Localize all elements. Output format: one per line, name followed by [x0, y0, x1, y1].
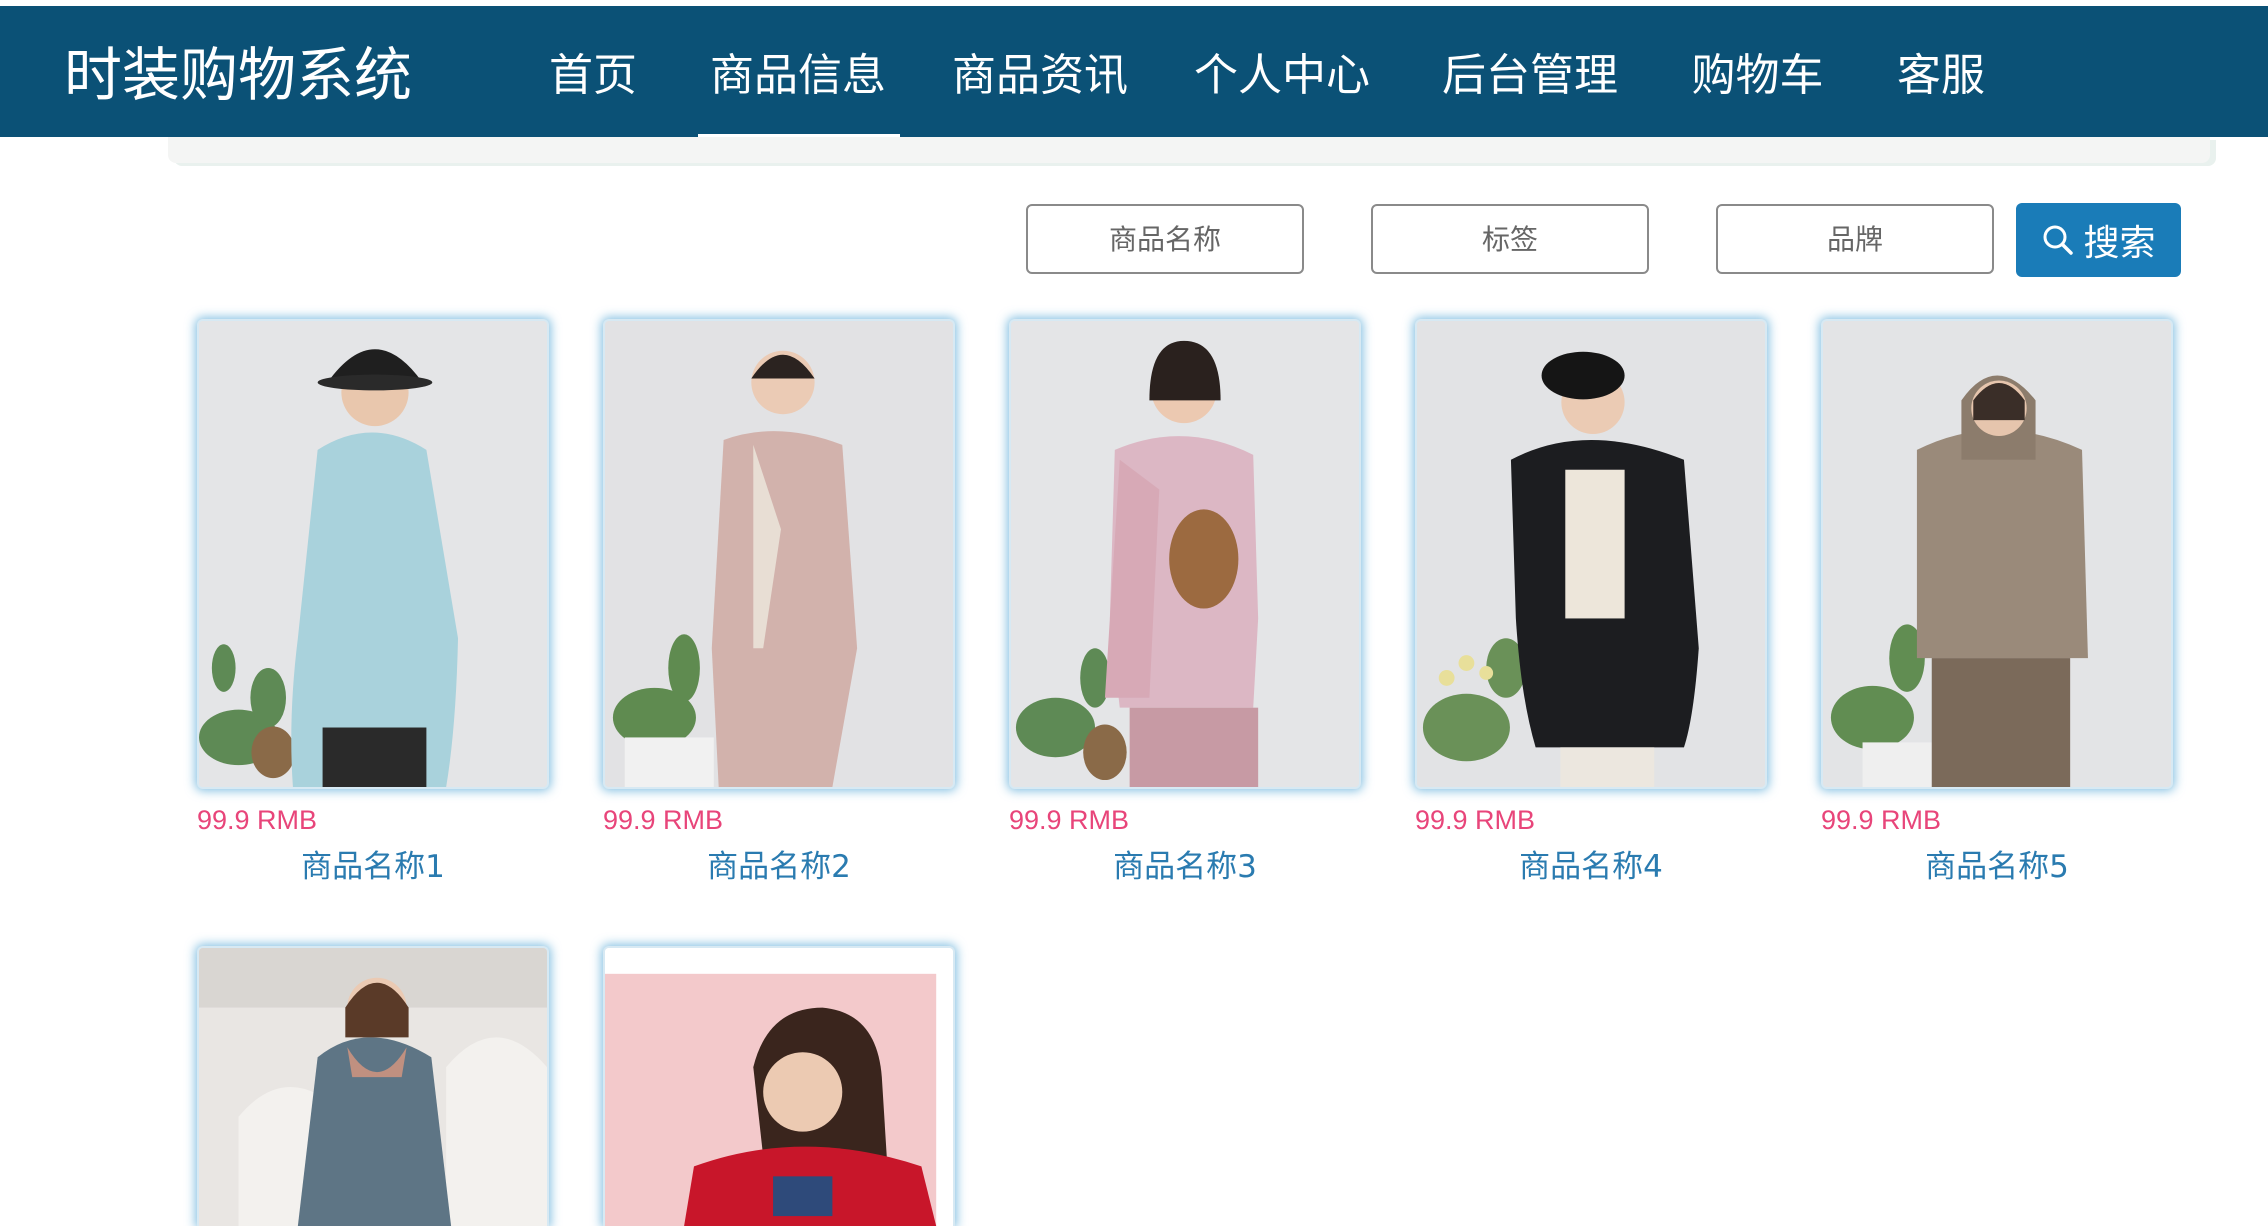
- product-image[interactable]: [603, 946, 955, 1226]
- nav-item-admin[interactable]: 后台管理: [1440, 44, 1620, 108]
- nav-item-personal-center[interactable]: 个人中心: [1192, 44, 1372, 108]
- product-name-link[interactable]: 商品名称3: [1009, 847, 1361, 887]
- nav-item-cart[interactable]: 购物车: [1690, 44, 1825, 108]
- product-name-link[interactable]: 商品名称2: [603, 847, 955, 887]
- product-name-link[interactable]: 商品名称4: [1415, 847, 1767, 887]
- product-image[interactable]: [1821, 319, 2173, 789]
- product-image[interactable]: [197, 946, 549, 1226]
- nav-item-product-info[interactable]: 商品信息: [708, 44, 888, 108]
- nav-item-home[interactable]: 首页: [548, 44, 638, 108]
- search-icon: [2041, 223, 2075, 257]
- site-title: 时装购物系统: [64, 41, 413, 109]
- nav-item-product-news[interactable]: 商品资讯: [950, 44, 1130, 108]
- top-header: 时装购物系统 首页 商品信息 商品资讯 个人中心 后台管理 购物车 客服: [0, 6, 2268, 138]
- product-price: 99.9 RMB: [1821, 805, 1942, 835]
- tag-search-input[interactable]: [1371, 204, 1649, 274]
- brand-search-input[interactable]: [1716, 204, 1994, 274]
- product-image[interactable]: [1415, 319, 1767, 789]
- header-sub-strip: [168, 137, 2210, 163]
- product-image[interactable]: [1009, 319, 1361, 789]
- product-price: 99.9 RMB: [1415, 805, 1536, 835]
- product-name-link[interactable]: 商品名称1: [197, 847, 549, 887]
- product-price: 99.9 RMB: [603, 805, 724, 835]
- product-image[interactable]: [197, 319, 549, 789]
- search-button[interactable]: 搜索: [2016, 203, 2181, 277]
- product-price: 99.9 RMB: [197, 805, 318, 835]
- product-image[interactable]: [603, 319, 955, 789]
- search-button-label: 搜索: [2083, 223, 2156, 264]
- product-name-link[interactable]: 商品名称5: [1821, 847, 2173, 887]
- product-name-search-input[interactable]: [1026, 204, 1304, 274]
- nav-item-customer-service[interactable]: 客服: [1896, 44, 1986, 108]
- product-price: 99.9 RMB: [1009, 805, 1130, 835]
